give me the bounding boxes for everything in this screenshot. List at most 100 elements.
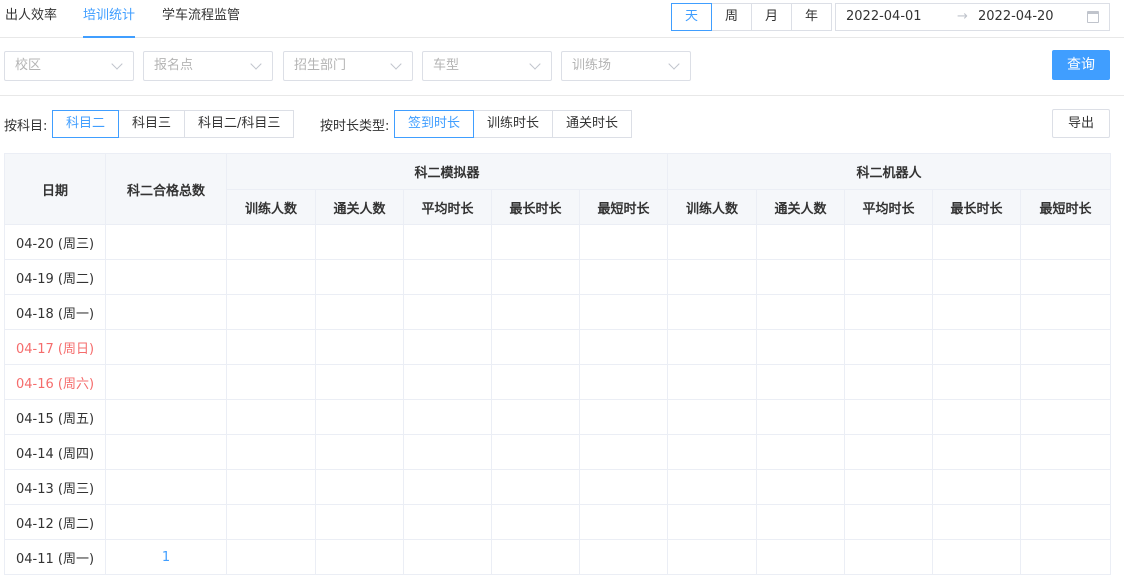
table-cell [491, 294, 580, 330]
table-cell [756, 224, 845, 260]
table-row: 04-20 (周三) [4, 224, 1111, 260]
query-button[interactable]: 查询 [1052, 50, 1110, 80]
table-cell [667, 294, 757, 330]
total-passed-cell[interactable]: 1 [105, 539, 227, 575]
checkin-duration-button[interactable]: 签到时长 [394, 110, 475, 138]
group-header-simulator: 科二模拟器 [226, 153, 668, 190]
calendar-icon[interactable] [1087, 11, 1099, 23]
total-passed-cell [105, 399, 227, 435]
group-header-robot: 科二机器人 [667, 153, 1111, 190]
date-end[interactable]: 2022-04-20 [978, 4, 1054, 30]
option-row: 按科目: 科目二 科目三 科目二/科目三 按时长类型: 签到时长 训练时长 通关… [0, 96, 1124, 152]
col-header-robot-avg: 平均时长 [844, 189, 933, 225]
table-cell [226, 224, 316, 260]
table-cell [226, 259, 316, 295]
table-cell [226, 504, 316, 540]
period-week-button[interactable]: 周 [711, 3, 752, 31]
date-range-picker[interactable]: 2022-04-01 → 2022-04-20 [835, 3, 1110, 31]
subject-selector: 科目二 科目三 科目二/科目三 [52, 110, 295, 138]
total-passed-cell [105, 224, 227, 260]
total-passed-cell [105, 329, 227, 365]
table-cell [667, 259, 757, 295]
vehicle-type-select[interactable]: 车型 [422, 51, 552, 81]
table-cell [579, 504, 668, 540]
chevron-down-icon [529, 58, 541, 70]
table-cell [756, 364, 845, 400]
table-cell [226, 364, 316, 400]
campus-select[interactable]: 校区 [4, 51, 134, 81]
table-cell [579, 399, 668, 435]
table-cell [579, 329, 668, 365]
tab-efficiency[interactable]: 出人效率 [5, 0, 57, 38]
table-cell [844, 329, 933, 365]
table-cell [491, 364, 580, 400]
table-cell [932, 469, 1021, 505]
tab-training-stats[interactable]: 培训统计 [83, 0, 136, 38]
enrollment-point-select[interactable]: 报名点 [143, 51, 273, 81]
table-cell [756, 504, 845, 540]
table-cell [667, 469, 757, 505]
table-cell [491, 259, 580, 295]
table-cell [844, 504, 933, 540]
col-header-robot-min: 最短时长 [1020, 189, 1111, 225]
training-duration-button[interactable]: 训练时长 [473, 110, 554, 138]
table-cell [579, 259, 668, 295]
table-row: 04-18 (周一) [4, 294, 1111, 330]
table-cell [491, 539, 580, 575]
subject-3-button[interactable]: 科目三 [118, 110, 186, 138]
date-cell: 04-13 (周三) [4, 469, 106, 505]
training-ground-placeholder: 训练场 [572, 58, 612, 73]
filter-bar: 校区 报名点 招生部门 车型 训练场 查询 [0, 38, 1124, 96]
recruitment-dept-select[interactable]: 招生部门 [283, 51, 413, 81]
table-cell [932, 259, 1021, 295]
col-header-sim-min: 最短时长 [579, 189, 668, 225]
period-day-button[interactable]: 天 [671, 3, 712, 31]
table-cell [315, 504, 404, 540]
table-cell [315, 539, 404, 575]
period-year-button[interactable]: 年 [791, 3, 832, 31]
duration-type-selector: 签到时长 训练时长 通关时长 [394, 110, 633, 138]
date-cell: 04-20 (周三) [4, 224, 106, 260]
table-cell [932, 329, 1021, 365]
table-cell [226, 434, 316, 470]
date-cell: 04-11 (周一) [4, 539, 106, 575]
subject-2-button[interactable]: 科目二 [52, 110, 120, 138]
table-cell [491, 434, 580, 470]
date-cell: 04-18 (周一) [4, 294, 106, 330]
table-row: 04-15 (周五) [4, 399, 1111, 435]
table-cell [932, 539, 1021, 575]
col-header-total-passed: 科二合格总数 [105, 153, 227, 225]
campus-select-placeholder: 校区 [15, 58, 42, 73]
chevron-down-icon [250, 58, 262, 70]
table-cell [667, 504, 757, 540]
table-cell [1020, 539, 1111, 575]
col-header-robot-trainees: 训练人数 [667, 189, 757, 225]
date-start[interactable]: 2022-04-01 [846, 4, 922, 30]
table-cell [579, 469, 668, 505]
tab-process-supervision[interactable]: 学车流程监管 [162, 0, 240, 38]
export-button[interactable]: 导出 [1052, 109, 1110, 138]
table-cell [932, 434, 1021, 470]
table-cell [491, 469, 580, 505]
date-cell: 04-15 (周五) [4, 399, 106, 435]
table-cell [403, 329, 492, 365]
period-selector: 天 周 月 年 [671, 3, 832, 31]
subject-2-3-button[interactable]: 科目二/科目三 [184, 110, 295, 138]
table-cell [1020, 294, 1111, 330]
training-ground-select[interactable]: 训练场 [561, 51, 691, 81]
table-cell [667, 224, 757, 260]
pass-duration-button[interactable]: 通关时长 [552, 110, 633, 138]
table-cell [403, 259, 492, 295]
col-header-sim-max: 最长时长 [491, 189, 580, 225]
enrollment-point-placeholder: 报名点 [154, 58, 194, 73]
table-cell [1020, 504, 1111, 540]
table-cell [667, 329, 757, 365]
table-cell [403, 504, 492, 540]
period-month-button[interactable]: 月 [751, 3, 792, 31]
table-cell [1020, 434, 1111, 470]
table-cell [403, 224, 492, 260]
table-cell [1020, 399, 1111, 435]
col-header-robot-max: 最长时长 [932, 189, 1021, 225]
table-cell [756, 294, 845, 330]
table-cell [315, 364, 404, 400]
